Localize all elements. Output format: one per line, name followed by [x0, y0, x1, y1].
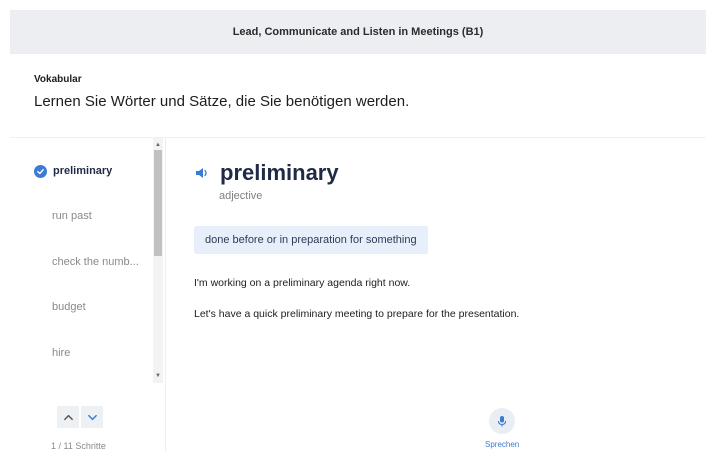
word-list-item-run-past[interactable]: run past: [52, 206, 168, 226]
check-circle-icon: [34, 164, 47, 178]
word-list-item-label: preliminary: [53, 165, 113, 177]
word-list-item-budget[interactable]: budget: [52, 297, 168, 317]
word-list-item-label: hire: [52, 347, 71, 359]
speak-button[interactable]: [489, 408, 516, 434]
step-counter: 1 / 11 Schritte: [51, 441, 106, 451]
chevron-down-icon: [87, 414, 97, 420]
section-kicker: Vokabular: [34, 74, 82, 85]
course-title: Lead, Communicate and Listen in Meetings…: [232, 26, 484, 38]
word-list-item-preliminary[interactable]: preliminary: [34, 161, 150, 181]
example-sentence: I'm working on a preliminary agenda righ…: [194, 277, 411, 289]
section-header: Vokabular Lernen Sie Wörter und Sätze, d…: [34, 74, 409, 110]
word-list-item-label: budget: [52, 301, 86, 313]
scrollbar-thumb[interactable]: [154, 150, 162, 256]
speak-label: Sprechen: [485, 440, 520, 449]
previous-step-button[interactable]: [57, 406, 79, 428]
vocabulary-sidebar: preliminary run past check the numb... b…: [10, 138, 166, 452]
step-pager: [57, 406, 103, 428]
scroll-down-arrow-icon[interactable]: ▼: [153, 371, 163, 381]
word-list-item-label: run past: [52, 210, 92, 222]
word-list-item-check-the-numbers[interactable]: check the numb...: [52, 252, 152, 272]
speak-control: Sprechen: [485, 408, 519, 449]
part-of-speech: adjective: [219, 190, 263, 202]
word-list-scrollbar[interactable]: ▲ ▼: [153, 138, 163, 383]
speaker-icon[interactable]: [194, 165, 210, 181]
word-list-item-hire[interactable]: hire: [52, 343, 168, 363]
word-title-row: preliminary: [194, 160, 339, 186]
course-header-bar: Lead, Communicate and Listen in Meetings…: [10, 10, 706, 54]
word-list-item-label: check the numb...: [52, 256, 139, 268]
chevron-up-icon: [63, 414, 73, 420]
vocabulary-card: preliminary adjective done before or in …: [194, 138, 704, 452]
microphone-icon: [498, 416, 507, 427]
word-list[interactable]: preliminary run past check the numb... b…: [10, 138, 154, 382]
next-step-button[interactable]: [81, 406, 103, 428]
scroll-up-arrow-icon[interactable]: ▲: [153, 140, 163, 150]
example-sentence: Let's have a quick preliminary meeting t…: [194, 308, 520, 320]
section-headline: Lernen Sie Wörter und Sätze, die Sie ben…: [34, 93, 410, 110]
definition-box: done before or in preparation for someth…: [194, 226, 428, 254]
vocabulary-word: preliminary: [220, 160, 339, 185]
